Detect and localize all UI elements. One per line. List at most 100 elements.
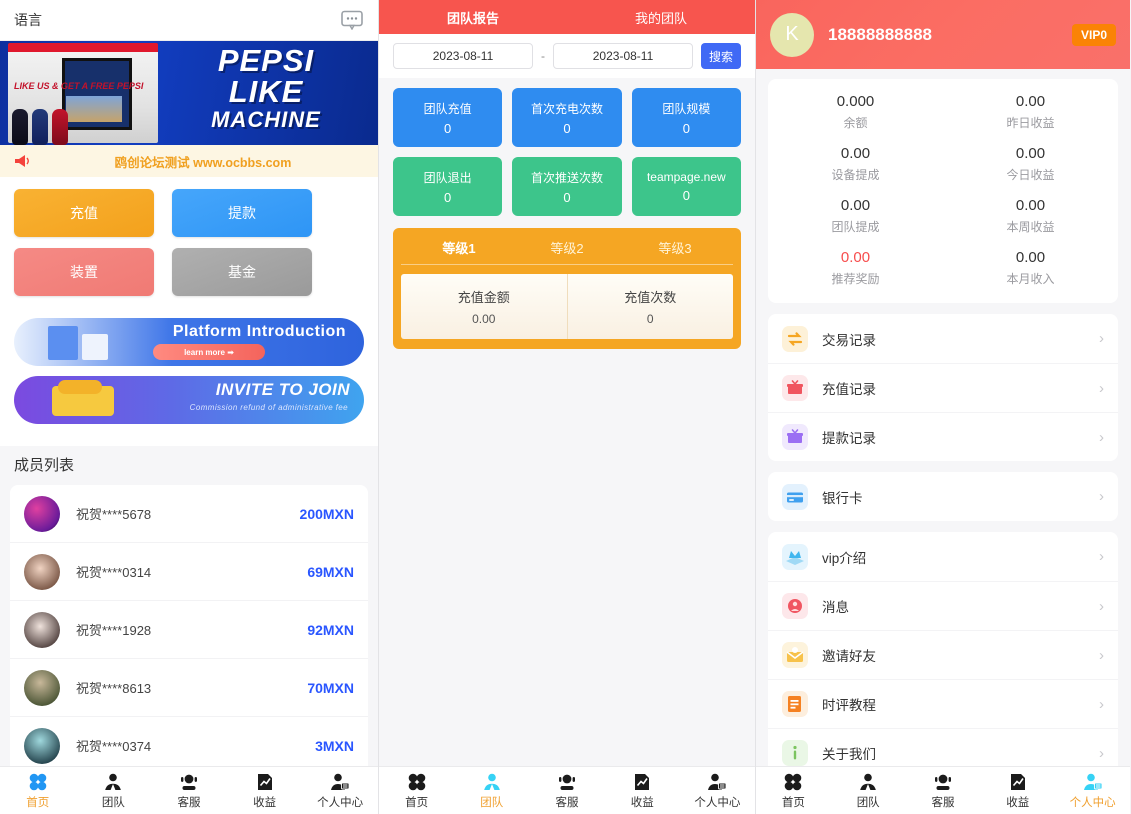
tab-team-report[interactable]: 团队报告 bbox=[379, 8, 567, 27]
stat-card[interactable]: 团队退出 0 bbox=[393, 157, 503, 216]
nav-label: 团队 bbox=[101, 796, 125, 809]
nav-support[interactable]: 客服 bbox=[529, 772, 604, 810]
menu-item-tutorial[interactable]: 时评教程 › bbox=[768, 679, 1118, 728]
learn-more-pill[interactable]: learn more ➡ bbox=[153, 344, 265, 360]
tab-level-2[interactable]: 等级2 bbox=[513, 238, 621, 257]
balance-label: 余额 bbox=[843, 116, 868, 130]
level-stats: 充值金额 0.00 充值次数 0 bbox=[401, 274, 733, 339]
stat-card[interactable]: 首次推送次数 0 bbox=[512, 157, 622, 216]
withdraw-button[interactable]: 提款 bbox=[172, 189, 312, 237]
stat-value: 0 bbox=[682, 188, 690, 203]
nav-label: 个人中心 bbox=[694, 796, 741, 809]
menu-item-about-us[interactable]: 关于我们 › bbox=[768, 728, 1118, 766]
nav-profile[interactable]: 个人中心 bbox=[680, 772, 755, 810]
nav-support[interactable]: 客服 bbox=[906, 772, 981, 810]
chat-bubble-icon[interactable] bbox=[340, 10, 364, 31]
list-item[interactable]: 祝贺****1928 92MXN bbox=[10, 601, 368, 659]
hero-badge-text: LIKE US & GET A FREE PEPSI bbox=[14, 81, 144, 91]
status-badge[interactable]: VIP0 bbox=[1071, 23, 1116, 46]
member-amount: 92MXN bbox=[307, 621, 354, 638]
menu-item-invite-friends[interactable]: 邀请好友 › bbox=[768, 630, 1118, 679]
grid-icon bbox=[408, 773, 425, 790]
nav-home[interactable]: 首页 bbox=[379, 772, 454, 810]
nav-label: 个人中心 bbox=[1069, 796, 1116, 809]
grid-icon bbox=[29, 773, 47, 790]
menu-item-vip-intro[interactable]: vip介绍 › bbox=[768, 532, 1118, 581]
list-item[interactable]: 祝贺****0374 3MXN bbox=[10, 717, 368, 766]
date-from-input[interactable]: 2023-08-11 bbox=[393, 43, 533, 69]
nav-team[interactable]: 团队 bbox=[454, 772, 529, 810]
bank-card-icon bbox=[782, 483, 808, 510]
list-item[interactable]: 祝贺****0314 69MXN bbox=[10, 543, 368, 601]
nav-earnings[interactable]: 收益 bbox=[980, 772, 1055, 810]
avatar bbox=[24, 669, 60, 706]
balance-value: 0.00 bbox=[1015, 93, 1046, 110]
megaphone-icon bbox=[15, 155, 29, 167]
stat-value: 0 bbox=[646, 312, 654, 326]
balance-value: 0.00 bbox=[840, 197, 871, 214]
avatar[interactable]: K bbox=[770, 12, 814, 57]
menu-item-deposit-records[interactable]: 充值记录 › bbox=[768, 363, 1118, 412]
tab-level-1[interactable]: 等级1 bbox=[405, 238, 513, 257]
tab-my-team[interactable]: 我的团队 bbox=[567, 8, 755, 27]
invite-to-join-banner[interactable]: INVITE TO JOIN Commission refund of admi… bbox=[14, 376, 364, 424]
team-scroll-area[interactable]: 团队报告 我的团队 2023-08-11 - 2023-08-11 搜索 团队充… bbox=[379, 0, 755, 766]
stat-card[interactable]: 首次充电次数 0 bbox=[512, 88, 622, 147]
stat-card[interactable]: 团队充值 0 bbox=[393, 88, 503, 147]
team-icon bbox=[483, 773, 500, 790]
platform-art bbox=[24, 320, 144, 364]
nav-team[interactable]: 团队 bbox=[831, 772, 906, 810]
recharge-button[interactable]: 充值 bbox=[14, 189, 154, 237]
notice-marquee[interactable]: 鸥创论坛测试 www.ocbbs.com bbox=[0, 145, 378, 177]
stat-label: teampage.new bbox=[646, 170, 726, 184]
nav-label: 收益 bbox=[630, 796, 654, 809]
list-item[interactable]: 祝贺****8613 70MXN bbox=[10, 659, 368, 717]
stat-card[interactable]: teampage.new 0 bbox=[631, 157, 741, 216]
nav-profile[interactable]: 个人中心 bbox=[302, 772, 378, 810]
profile-scroll-area[interactable]: K 18888888888 VIP0 0.000 余额 0.00 昨日收益 0.… bbox=[756, 0, 1130, 766]
search-button[interactable]: 搜索 bbox=[701, 43, 741, 69]
balance-value: 0.00 bbox=[1015, 145, 1046, 162]
menu-item-bank-card[interactable]: 银行卡 › bbox=[768, 472, 1118, 521]
message-icon bbox=[782, 593, 808, 619]
language-label[interactable]: 语言 bbox=[14, 10, 42, 30]
date-to-input[interactable]: 2023-08-11 bbox=[553, 43, 693, 69]
platform-introduction-banner[interactable]: Platform Introduction learn more ➡ bbox=[14, 318, 364, 366]
hero-banner[interactable]: LIKE US & GET A FREE PEPSI PEPSI LIKE MA… bbox=[0, 41, 378, 145]
menu-item-withdraw-records[interactable]: 提款记录 › bbox=[768, 412, 1118, 461]
stat-card[interactable]: 团队规模 0 bbox=[631, 88, 741, 147]
chevron-right-icon: › bbox=[1099, 488, 1104, 505]
user-card-icon bbox=[708, 773, 727, 790]
device-button[interactable]: 装置 bbox=[14, 248, 154, 296]
bottles-art bbox=[10, 107, 80, 145]
menu-item-transaction-records[interactable]: 交易记录 › bbox=[768, 314, 1118, 363]
banner-title: INVITE TO JOIN bbox=[215, 380, 350, 399]
list-item[interactable]: 祝贺****5678 200MXN bbox=[10, 485, 368, 543]
balance-cell: 0.00 昨日收益 bbox=[943, 93, 1118, 131]
nav-earnings[interactable]: 收益 bbox=[227, 772, 303, 810]
avatar bbox=[24, 553, 60, 590]
nav-home[interactable]: 首页 bbox=[756, 772, 831, 810]
banner-title: Platform Introduction bbox=[172, 323, 346, 340]
tab-level-3[interactable]: 等级3 bbox=[621, 238, 729, 257]
nav-label: 首页 bbox=[781, 796, 805, 809]
team-stats-grid: 团队充值 0 首次充电次数 0 团队规模 0 团队退出 0 首次推送次数 0 t… bbox=[379, 78, 755, 216]
nav-profile[interactable]: 个人中心 bbox=[1055, 772, 1130, 810]
balance-cell: 0.00 推荐奖励 bbox=[768, 249, 943, 287]
nav-earnings[interactable]: 收益 bbox=[605, 772, 680, 810]
menu-item-messages[interactable]: 消息 › bbox=[768, 581, 1118, 630]
balance-label: 团队提成 bbox=[831, 220, 880, 234]
banner-subtitle: Commission refund of administrative fee bbox=[189, 403, 348, 412]
chevron-right-icon: › bbox=[1099, 548, 1104, 565]
member-amount: 70MXN bbox=[307, 679, 354, 696]
home-scroll-area[interactable]: 语言 LIKE US & GET A FREE PEPSI PEPSI LIKE… bbox=[0, 0, 378, 766]
menu-label: 邀请好友 bbox=[822, 649, 876, 664]
nav-home[interactable]: 首页 bbox=[0, 772, 76, 810]
nav-team[interactable]: 团队 bbox=[76, 772, 152, 810]
nav-support[interactable]: 客服 bbox=[151, 772, 227, 810]
stat-label: 团队充值 bbox=[423, 101, 472, 116]
notice-text: 鸥创论坛测试 www.ocbbs.com bbox=[114, 155, 292, 170]
fund-button[interactable]: 基金 bbox=[172, 248, 312, 296]
stat-value: 0 bbox=[563, 120, 571, 136]
menu-group-bank: 银行卡 › bbox=[768, 472, 1118, 521]
